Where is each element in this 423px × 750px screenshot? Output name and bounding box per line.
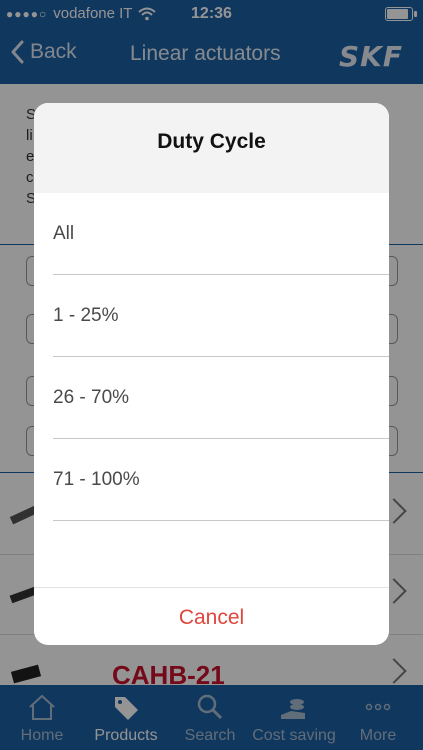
cancel-label: Cancel <box>178 606 245 629</box>
picker-title: Duty Cycle <box>157 130 266 153</box>
option-label: All <box>53 223 75 244</box>
duty-cycle-picker: Duty Cycle All 1 - 25% 26 - 70% 71 - 100… <box>34 103 389 645</box>
cancel-button[interactable]: Cancel <box>34 587 389 645</box>
picker-option-26-70[interactable]: 26 - 70% <box>53 357 389 439</box>
option-label: 71 - 100% <box>53 469 140 490</box>
option-label: 1 - 25% <box>53 305 119 326</box>
picker-header: Duty Cycle <box>34 103 389 193</box>
picker-option-1-25[interactable]: 1 - 25% <box>53 275 389 357</box>
option-label: 26 - 70% <box>53 387 130 408</box>
picker-option-all[interactable]: All <box>53 193 389 275</box>
picker-option-71-100[interactable]: 71 - 100% <box>53 439 389 521</box>
